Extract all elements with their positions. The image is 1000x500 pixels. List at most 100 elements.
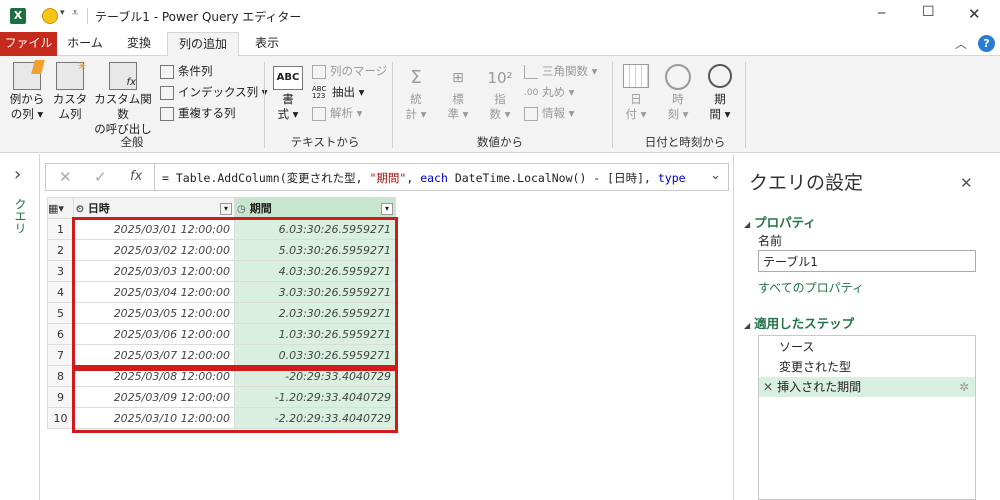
expand-queries-chevron-icon[interactable]: › [14, 164, 21, 185]
table-select-icon[interactable]: ▦▾ [47, 197, 74, 219]
information-icon [524, 106, 538, 121]
scientific-button[interactable]: 10² 指 数 ▾ [482, 64, 518, 122]
row-number[interactable]: 7 [47, 344, 74, 366]
formula-divider [154, 164, 155, 190]
tab-transform[interactable]: 変換 [114, 32, 164, 56]
ribbon: 例から の列 ▾ ✳ カスタ ム列 fx カスタム関数 の呼び出し 条件列 イン… [0, 56, 1000, 153]
duplicate-column-icon [160, 106, 174, 121]
group-label-general: 全般 [120, 135, 144, 149]
information-button[interactable]: 情報 ▾ [524, 104, 574, 122]
row-number[interactable]: 4 [47, 281, 74, 303]
scientific-power-icon: 10² [487, 69, 513, 87]
formula-expand-chevron-icon[interactable]: ⌄ [710, 168, 721, 183]
formula-bar: ✕ ✓ fx = Table.AddColumn(変更された型, "期間", e… [45, 163, 729, 191]
excel-icon: X [10, 8, 26, 24]
calendar-icon [623, 64, 649, 88]
ribbon-separator [612, 62, 613, 148]
format-button[interactable]: ABC 書 式 ▾ [270, 66, 306, 122]
formula-commit-icon[interactable]: ✓ [94, 168, 107, 186]
ribbon-separator [745, 62, 746, 148]
window-title: テーブル1 - Power Query エディター [95, 10, 302, 24]
minimize-button[interactable]: ─ [878, 6, 885, 20]
column-header-duration[interactable]: ◷ 期間 ▾ [234, 197, 396, 219]
column-from-examples-button[interactable]: 例から の列 ▾ [6, 60, 48, 122]
statistics-sigma-icon: Σ [410, 67, 422, 88]
row-number[interactable]: 3 [47, 260, 74, 282]
duration-button[interactable]: 期 間 ▾ [702, 64, 738, 122]
title-separator [87, 8, 88, 24]
conditional-column-icon [160, 64, 174, 79]
merge-columns-icon [312, 64, 326, 79]
filter-dropdown-icon[interactable]: ▾ [220, 203, 232, 215]
all-properties-link[interactable]: すべてのプロパティ [758, 279, 864, 296]
close-query-settings-button[interactable]: ✕ [960, 174, 973, 192]
time-button[interactable]: 時 刻 ▾ [660, 64, 696, 122]
merge-columns-button[interactable]: 列のマージ [312, 62, 387, 80]
duration-type-icon[interactable]: ◷ [237, 204, 246, 215]
trigonometry-icon [524, 64, 538, 79]
invoke-custom-function-button[interactable]: fx カスタム関数 の呼び出し [90, 62, 156, 137]
ribbon-tabs: ファイル ホーム 変換 列の追加 表示 ︿ ? [0, 32, 1000, 57]
smiley-feedback-icon[interactable] [42, 8, 58, 24]
trigonometry-button[interactable]: 三角関数 ▾ [524, 62, 597, 80]
row-number[interactable]: 2 [47, 239, 74, 261]
query-name-input[interactable]: テーブル1 [758, 250, 976, 272]
step-settings-gear-icon[interactable]: ✲ [959, 377, 969, 397]
row-number[interactable]: 6 [47, 323, 74, 345]
highlight-negative-durations [72, 368, 398, 433]
custom-column-icon: ✳ [56, 59, 87, 90]
row-number[interactable]: 9 [47, 386, 74, 408]
extract-button[interactable]: ABC 123 抽出 ▾ [312, 83, 364, 101]
column-header-datetime[interactable]: ⏲ 日時 ▾ [73, 197, 235, 219]
clock-icon [665, 64, 691, 90]
standard-button[interactable]: ⊞ 標 準 ▾ [440, 64, 476, 122]
extract-abc123-icon: ABC 123 [312, 84, 327, 100]
delete-step-icon[interactable]: ✕ [763, 380, 773, 394]
step-source[interactable]: ソース [759, 337, 975, 357]
step-inserted-duration[interactable]: ✕ 挿入された期間 ✲ [759, 377, 975, 397]
tab-add-column[interactable]: 列の追加 [167, 32, 239, 57]
main-area: ✕ ✓ fx = Table.AddColumn(変更された型, "期間", e… [40, 154, 733, 500]
column-from-examples-icon [13, 60, 45, 90]
queries-pane-collapsed: › クエリ [0, 154, 40, 500]
tab-view[interactable]: 表示 [244, 32, 290, 56]
fx-icon[interactable]: fx [130, 169, 142, 184]
invoke-custom-function-icon: fx [109, 62, 137, 90]
conditional-column-button[interactable]: 条件列 [160, 62, 213, 80]
parse-button[interactable]: 解析 ▾ [312, 104, 362, 122]
collapse-ribbon-icon[interactable]: ︿ [955, 35, 967, 52]
tab-home[interactable]: ホーム [60, 32, 110, 56]
index-column-icon [160, 85, 174, 100]
chevron-down-icon[interactable]: ▾ [60, 8, 65, 18]
group-label-text: テキストから [290, 135, 360, 149]
ribbon-separator [264, 62, 265, 148]
applied-steps-header[interactable]: ◢ 適用したステップ [744, 313, 854, 332]
rounding-button[interactable]: .00 丸め ▾ [524, 83, 574, 101]
applied-steps-list: ソース 変更された型 ✕ 挿入された期間 ✲ [758, 335, 976, 500]
formula-cancel-icon[interactable]: ✕ [59, 168, 72, 186]
step-changed-type[interactable]: 変更された型 [759, 357, 975, 377]
row-number[interactable]: 1 [47, 218, 74, 240]
row-number[interactable]: 8 [47, 365, 74, 387]
properties-header[interactable]: ◢ プロパティ [744, 212, 816, 231]
maximize-button[interactable]: ☐ [922, 4, 935, 20]
duplicate-column-button[interactable]: 重複する列 [160, 104, 236, 122]
collapse-triangle-icon: ◢ [744, 321, 751, 330]
highlight-positive-durations [72, 217, 398, 368]
ribbon-separator [392, 62, 393, 148]
filter-dropdown-icon[interactable]: ▾ [381, 203, 393, 215]
close-window-button[interactable]: ✕ [968, 5, 981, 23]
quick-access-customize-icon[interactable]: ⩡ [72, 6, 78, 20]
queries-pane-label[interactable]: クエリ [12, 198, 29, 234]
row-number[interactable]: 10 [47, 407, 74, 429]
rounding-icon: .00 [524, 87, 539, 98]
tab-file[interactable]: ファイル [0, 32, 57, 56]
row-number[interactable]: 5 [47, 302, 74, 324]
custom-column-button[interactable]: ✳ カスタ ム列 [52, 59, 88, 122]
statistics-button[interactable]: Σ 統 計 ▾ [398, 64, 434, 122]
index-column-button[interactable]: インデックス列 ▾ [160, 83, 268, 101]
date-button[interactable]: 日 付 ▾ [618, 64, 654, 122]
help-icon[interactable]: ? [978, 35, 995, 52]
formula-input[interactable]: = Table.AddColumn(変更された型, "期間", each Dat… [162, 170, 707, 186]
datetime-type-icon[interactable]: ⏲ [76, 204, 84, 215]
